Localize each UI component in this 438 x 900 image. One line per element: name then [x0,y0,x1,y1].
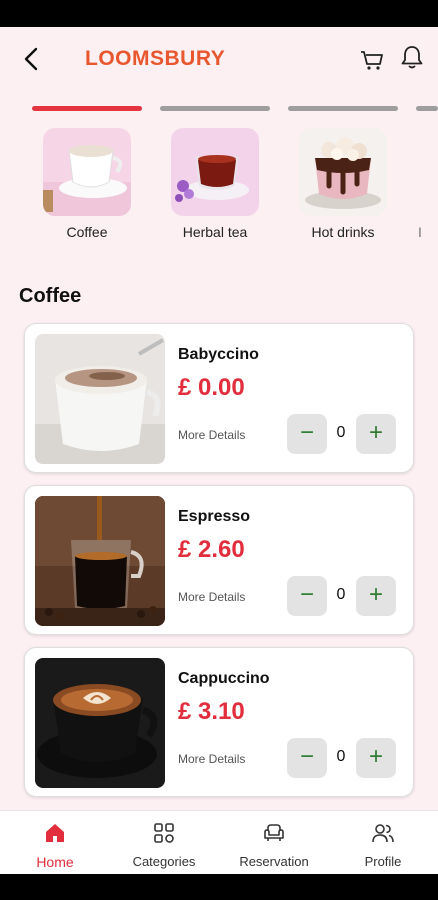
more-details-link[interactable]: More Details [178,590,245,604]
category-label: Hot drinks [311,224,375,240]
section-title: Coffee [19,285,82,307]
category-partial[interactable]: I [416,128,438,240]
nav-item-categories[interactable]: Categories [109,821,219,869]
quantity-value: 0 [336,586,346,603]
category-herbal-tea[interactable]: Herbal tea [160,128,270,240]
product-price: £ 2.60 [178,536,245,563]
nav-label: Profile [364,854,402,869]
decrease-quantity-button[interactable]: − [287,738,327,778]
product-card-babyccino[interactable]: Babyccino £ 0.00 More Details − 0 + [24,323,414,473]
users-icon [372,824,394,843]
product-name: Babyccino [178,346,259,363]
more-details-link[interactable]: More Details [178,752,245,766]
nav-label: Categories [132,854,196,869]
product-card-espresso[interactable]: Espresso £ 2.60 More Details − 0 + [24,485,414,635]
grid-icon [154,823,174,843]
nav-label: Home [36,854,74,870]
category-coffee-image [43,128,131,216]
category-coffee[interactable]: Coffee [32,128,142,240]
nav-item-profile[interactable]: Profile [328,821,438,869]
product-name: Espresso [178,508,251,525]
home-icon [46,824,64,842]
app-header: LOOMSBURY [0,27,438,93]
system-navigation-bar [0,874,438,900]
tab-indicator [288,106,398,111]
category-tabs-indicator [0,106,438,114]
bottom-navigation: Home Categories Reservation Profile [0,810,438,874]
decrease-quantity-button[interactable]: − [287,576,327,616]
product-card-cappuccino[interactable]: Cappuccino £ 3.10 More Details − 0 + [24,647,414,797]
product-price: £ 0.00 [178,374,245,401]
nav-item-reservation[interactable]: Reservation [219,821,329,869]
category-hot-drinks[interactable]: Hot drinks [288,128,398,240]
product-image [35,334,165,464]
increase-quantity-button[interactable]: + [356,738,396,778]
tab-indicator-active [32,106,142,111]
bell-icon[interactable] [398,43,426,71]
decrease-quantity-button[interactable]: − [287,414,327,454]
product-price: £ 3.10 [178,698,245,725]
tab-indicator [416,106,438,111]
quantity-value: 0 [336,748,346,765]
increase-quantity-button[interactable]: + [356,414,396,454]
chevron-left-icon[interactable] [18,45,46,73]
increase-quantity-button[interactable]: + [356,576,396,616]
product-image [35,658,165,788]
armchair-icon [264,824,284,841]
status-bar [0,0,438,27]
more-details-link[interactable]: More Details [178,428,245,442]
category-hot-drinks-image [299,128,387,216]
product-name: Cappuccino [178,670,270,687]
product-image [35,496,165,626]
cart-icon[interactable] [358,45,386,73]
nav-label: Reservation [239,854,309,869]
quantity-value: 0 [336,424,346,441]
category-label: Coffee [66,224,108,240]
category-herbal-tea-image [171,128,259,216]
brand-logo: LOOMSBURY [85,47,226,70]
category-list: Coffee Herbal tea Hot drinks I [0,128,438,248]
category-label: Herbal tea [182,224,248,240]
tab-indicator [160,106,270,111]
nav-item-home[interactable]: Home [0,821,110,870]
